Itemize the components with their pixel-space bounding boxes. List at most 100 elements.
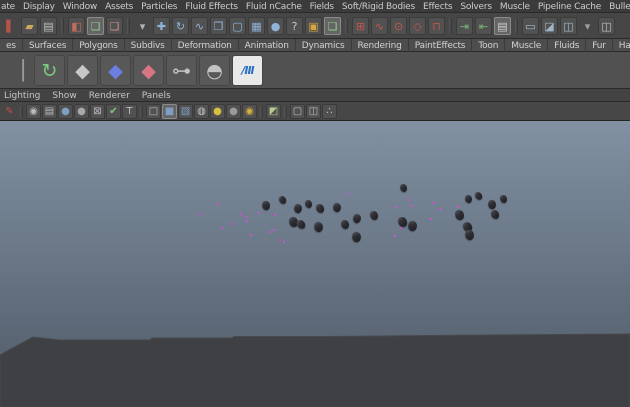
- paint-select-tool-icon[interactable]: ∿: [191, 17, 208, 35]
- lasso-tool-icon[interactable]: ↻: [172, 17, 189, 35]
- shadows-icon[interactable]: ◉: [242, 104, 257, 119]
- highlight-selection-icon[interactable]: ❏: [324, 17, 341, 35]
- rock-debris[interactable]: [370, 211, 379, 221]
- isolate-select-icon[interactable]: ◩: [266, 104, 281, 119]
- shelf-tab-fur[interactable]: Fur: [586, 39, 613, 52]
- menu-item-fluid-effects[interactable]: Fluid Effects: [181, 2, 242, 12]
- resolution-gate-icon[interactable]: ●: [58, 104, 73, 119]
- move-tool-icon[interactable]: ❐: [210, 17, 227, 35]
- panel-menu-item-renderer[interactable]: Renderer: [89, 91, 138, 101]
- rock-debris[interactable]: [455, 210, 464, 220]
- rock-debris[interactable]: [400, 184, 407, 192]
- menu-item-solvers[interactable]: Solvers: [456, 2, 496, 12]
- pin-icon[interactable]: ✎: [2, 104, 17, 119]
- menu-item-effects[interactable]: Effects: [419, 2, 456, 12]
- shelf-tab-rendering[interactable]: Rendering: [352, 39, 409, 52]
- menu-item-ate[interactable]: ate: [0, 2, 19, 12]
- rock-debris[interactable]: [341, 220, 349, 229]
- snap-to-plane-icon[interactable]: ◇: [409, 17, 426, 35]
- snap-to-point-icon[interactable]: ⊙: [390, 17, 407, 35]
- menu-item-muscle[interactable]: Muscle: [496, 2, 534, 12]
- ground-plane[interactable]: [0, 334, 630, 407]
- plugin-graph-icon[interactable]: ∴: [322, 104, 337, 119]
- cropped-edge-icon[interactable]: ▌: [2, 17, 19, 35]
- menu-item-pipeline-cache[interactable]: Pipeline Cache: [534, 2, 605, 12]
- gate-mask-icon[interactable]: ●: [74, 104, 89, 119]
- film-gate-icon[interactable]: ▤: [42, 104, 57, 119]
- menu-item-fluid-ncache[interactable]: Fluid nCache: [242, 2, 306, 12]
- open-scene-icon[interactable]: ▰: [21, 17, 38, 35]
- shelf-tab-hair[interactable]: Hair: [613, 39, 630, 52]
- key-icon[interactable]: ⊶: [166, 55, 197, 86]
- rock-debris[interactable]: [464, 194, 472, 203]
- menu-item-display[interactable]: Display: [19, 2, 59, 12]
- scale-tool-icon[interactable]: ▦: [248, 17, 265, 35]
- snap-to-grid-icon[interactable]: ⊞: [352, 17, 369, 35]
- save-scene-icon[interactable]: ▤: [40, 17, 57, 35]
- viewport-3d[interactable]: [0, 121, 630, 407]
- shelf-tab-toon[interactable]: Toon: [472, 39, 505, 52]
- shelf-tab-muscle[interactable]: Muscle: [505, 39, 548, 52]
- camera-attributes-icon[interactable]: ◉: [26, 104, 41, 119]
- select-by-object-icon[interactable]: ❏: [87, 17, 104, 35]
- snap-magnet-icon[interactable]: ⊓: [428, 17, 445, 35]
- safe-action-icon[interactable]: ✔: [106, 104, 121, 119]
- collapse-arrow-icon[interactable]: ▾: [579, 17, 596, 35]
- sliced-sphere-icon[interactable]: ◓: [199, 55, 230, 86]
- fracture-cube-gray-icon[interactable]: ◆: [67, 55, 98, 86]
- panel-menu-item-panels[interactable]: Panels: [142, 91, 179, 101]
- pane-layout-icon[interactable]: ◫: [598, 17, 615, 35]
- menu-item-soft-rigid-bodies[interactable]: Soft/Rigid Bodies: [338, 2, 419, 12]
- render-frame-icon[interactable]: ▭: [522, 17, 539, 35]
- select-hierarchy-icon[interactable]: ◧: [68, 17, 85, 35]
- shelf-tab-dynamics[interactable]: Dynamics: [296, 39, 352, 52]
- menu-item-bullet[interactable]: Bullet: [605, 2, 630, 12]
- select-by-component-icon[interactable]: ❏: [106, 17, 123, 35]
- menu-item-assets[interactable]: Assets: [101, 2, 137, 12]
- shelf-tab-fluids[interactable]: Fluids: [548, 39, 586, 52]
- xray-icon[interactable]: ▢: [290, 104, 305, 119]
- shelf-tab-deformation[interactable]: Deformation: [172, 39, 239, 52]
- input-connections-icon[interactable]: ⇥: [456, 17, 473, 35]
- menu-item-window[interactable]: Window: [59, 2, 101, 12]
- rotate-tool-icon[interactable]: ▢: [229, 17, 246, 35]
- pixelux-logo-icon[interactable]: /III: [232, 55, 263, 86]
- select-tool-icon[interactable]: ✚: [153, 17, 170, 35]
- tool-help-icon[interactable]: ?: [286, 17, 303, 35]
- wireframe-mode-icon[interactable]: □: [146, 104, 161, 119]
- main-menu-bar: ateDisplayWindowAssetsParticlesFluid Eff…: [0, 0, 630, 13]
- textured-mode-icon[interactable]: ▧: [178, 104, 193, 119]
- shelf-tab-painteffects[interactable]: PaintEffects: [409, 39, 473, 52]
- rock-debris[interactable]: [305, 200, 312, 208]
- use-all-lights-icon[interactable]: ◍: [194, 104, 209, 119]
- shaded-mode-icon[interactable]: ■: [162, 104, 177, 119]
- shelf-tab-es[interactable]: es: [0, 39, 23, 52]
- default-lighting-icon[interactable]: ●: [210, 104, 225, 119]
- panel-menu-item-show[interactable]: Show: [52, 91, 84, 101]
- menu-item-particles[interactable]: Particles: [137, 2, 181, 12]
- shelf-tab-subdivs[interactable]: Subdivs: [125, 39, 172, 52]
- construction-history-icon[interactable]: ▤: [494, 17, 511, 35]
- fracture-cube-red-blue-icon[interactable]: ◆: [133, 55, 164, 86]
- rock-debris[interactable]: [500, 195, 507, 203]
- snap-to-curve-icon[interactable]: ∿: [371, 17, 388, 35]
- xray-joints-icon[interactable]: ◫: [306, 104, 321, 119]
- no-lights-icon[interactable]: ●: [226, 104, 241, 119]
- menu-item-fields[interactable]: Fields: [306, 2, 338, 12]
- convert-spheres-icon[interactable]: ↻: [34, 55, 65, 86]
- lock-icon[interactable]: ▣: [305, 17, 322, 35]
- manipulator-tool-icon[interactable]: ●: [267, 17, 284, 35]
- output-connections-icon[interactable]: ⇤: [475, 17, 492, 35]
- panel-menu-item-lighting[interactable]: Lighting: [4, 91, 48, 101]
- shelf-tab-polygons[interactable]: Polygons: [73, 39, 124, 52]
- shelf-tab-animation[interactable]: Animation: [239, 39, 296, 52]
- cropped-shelf-icon[interactable]: ▕: [1, 55, 32, 86]
- shelf-tab-surfaces[interactable]: Surfaces: [23, 39, 73, 52]
- render-settings-icon[interactable]: ◫: [560, 17, 577, 35]
- nparticle-point: [246, 220, 248, 222]
- mask-dropdown-icon[interactable]: ▾: [134, 17, 151, 35]
- field-chart-icon[interactable]: ⊠: [90, 104, 105, 119]
- ipr-render-icon[interactable]: ◪: [541, 17, 558, 35]
- safe-title-icon[interactable]: T: [122, 104, 137, 119]
- fracture-cube-blue-icon[interactable]: ◆: [100, 55, 131, 86]
